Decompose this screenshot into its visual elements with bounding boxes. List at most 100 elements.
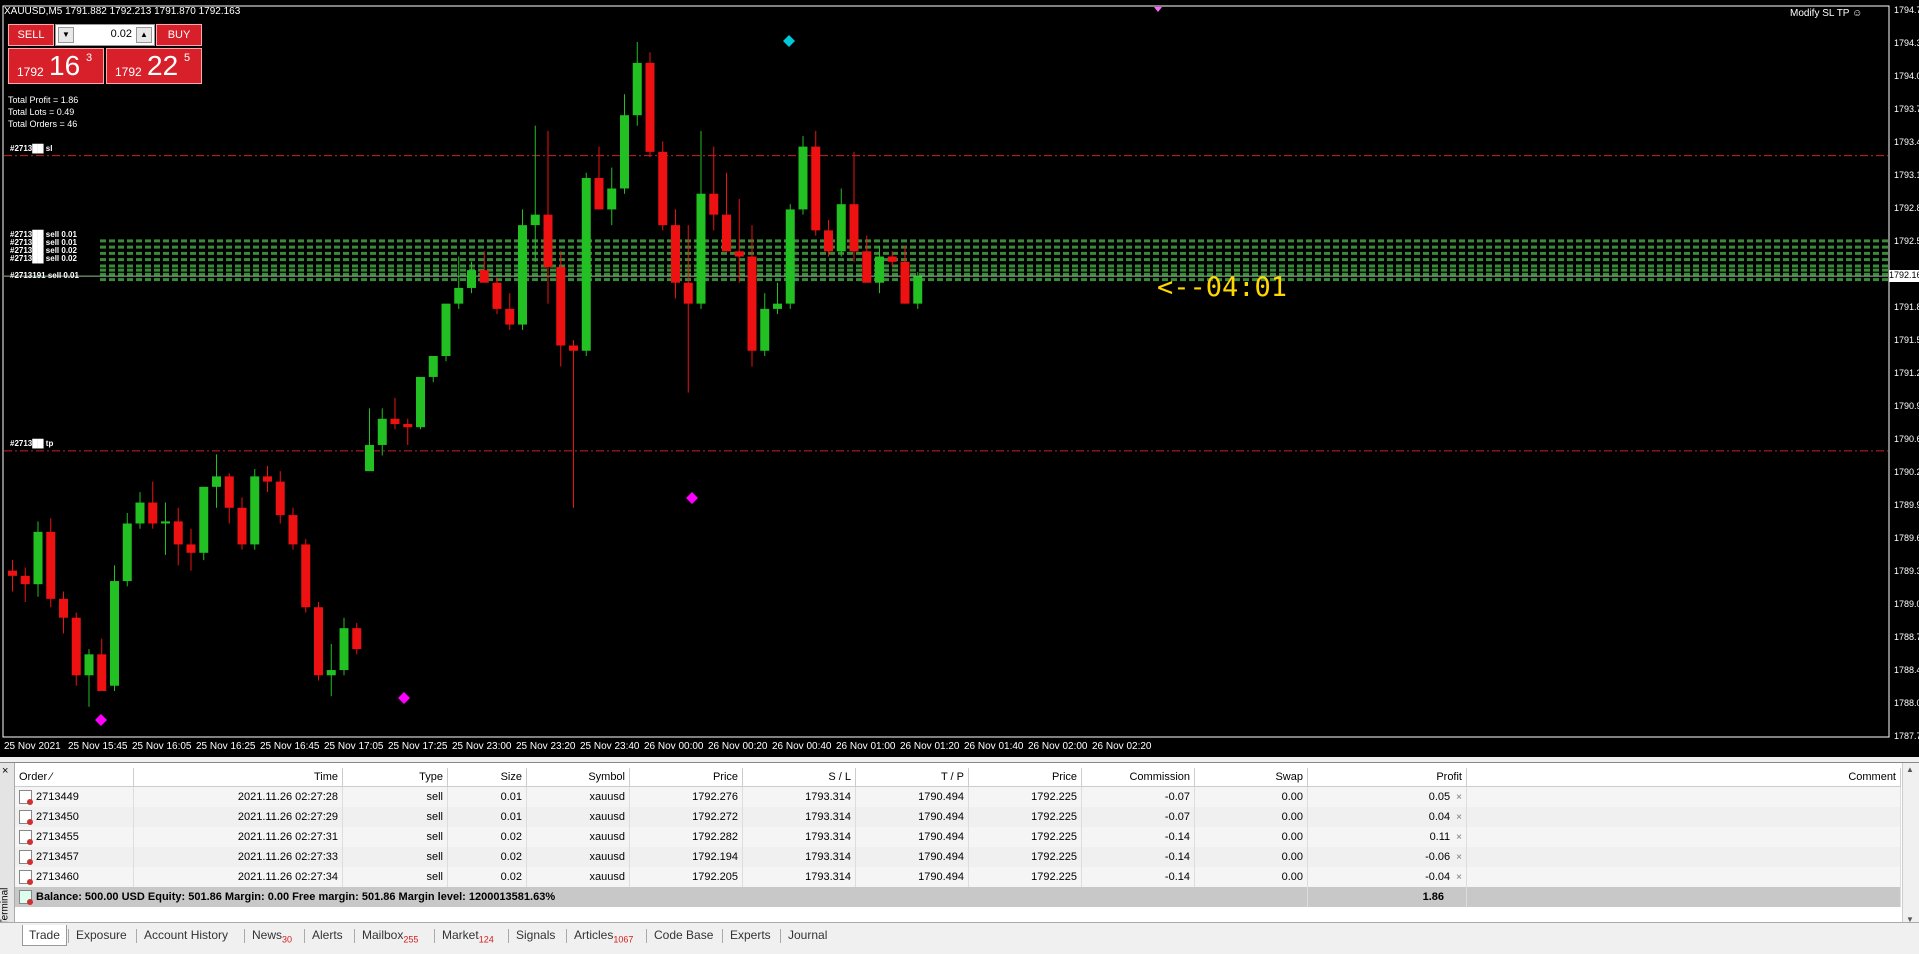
candle-body xyxy=(479,270,489,283)
cell-price: 1792.194 xyxy=(629,847,743,867)
col-tp[interactable]: T / P xyxy=(855,768,969,787)
smiley-icon: ☺ xyxy=(1852,8,1863,19)
cell-size: 0.02 xyxy=(447,847,527,867)
candle-body xyxy=(594,178,604,210)
stats-block: Total Profit = 1.86 Total Lots = 0.49 To… xyxy=(8,94,78,130)
buy-button[interactable]: BUY xyxy=(156,24,202,46)
tab-code-base[interactable]: Code Base xyxy=(652,925,715,945)
candle-body xyxy=(377,418,387,445)
buy-price-box[interactable]: 1792 22 5 xyxy=(106,48,202,84)
price-axis-label: 1790.605 xyxy=(1894,434,1919,445)
time-axis-label: 25 Nov 23:00 xyxy=(452,741,512,752)
sell-price-big: 16 xyxy=(49,50,81,81)
tab-badge: 30 xyxy=(282,934,293,945)
table-row[interactable]: 2713457 2021.11.26 02:27:33 sell 0.02 xauusd… xyxy=(15,847,1901,867)
price-axis-label: 1793.130 xyxy=(1894,169,1919,180)
scroll-up-icon[interactable]: ▲ xyxy=(1906,765,1914,774)
price-axis-label: 1790.290 xyxy=(1894,467,1919,478)
price-axis-label: 1791.235 xyxy=(1894,368,1919,379)
col-profit[interactable]: Profit xyxy=(1307,768,1467,787)
candle-body xyxy=(505,308,515,325)
sell-button[interactable]: SELL xyxy=(8,24,54,46)
time-axis-label: 26 Nov 00:40 xyxy=(772,741,832,752)
candle-body xyxy=(798,146,808,210)
col-commission[interactable]: Commission xyxy=(1081,768,1195,787)
tab-trade[interactable]: Trade xyxy=(22,925,67,946)
cell-profit: 0.04 × xyxy=(1307,807,1467,827)
tab-separator xyxy=(646,929,647,943)
modify-sl-tp-button[interactable]: Modify SL TP ☺ xyxy=(1790,8,1862,19)
stat-total-orders: Total Orders = 46 xyxy=(8,119,78,129)
tab-exposure[interactable]: Exposure xyxy=(74,925,129,945)
candle-body xyxy=(161,521,170,524)
price-axis-label: 1790.920 xyxy=(1894,401,1919,412)
chevron-down-icon[interactable]: ▼ xyxy=(58,27,74,43)
price-axis-label: 1791.870 xyxy=(1894,301,1919,312)
close-order-icon[interactable]: × xyxy=(1456,792,1462,803)
chevron-up-icon[interactable]: ▲ xyxy=(136,27,152,43)
candle-body xyxy=(301,544,311,608)
price-axis-label: 1788.715 xyxy=(1894,632,1919,643)
lot-size-stepper[interactable]: ▼ 0.02 ▲ xyxy=(55,24,155,46)
tab-experts[interactable]: Experts xyxy=(728,925,773,945)
close-order-icon[interactable]: × xyxy=(1456,832,1462,843)
tab-articles[interactable]: Articles1067 xyxy=(572,925,635,945)
vertical-scrollbar[interactable]: ▲ ▼ xyxy=(1902,763,1919,931)
candle-body xyxy=(224,476,234,508)
price-chart[interactable]: XAUUSD,M5 1791.882 1792.213 1791.870 179… xyxy=(0,0,1919,757)
tab-journal[interactable]: Journal xyxy=(786,925,829,945)
cell-symbol: xauusd xyxy=(526,807,630,827)
cell-commission: -0.14 xyxy=(1081,827,1195,847)
col-sl[interactable]: S / L xyxy=(742,768,856,787)
col-type[interactable]: Type xyxy=(342,768,448,787)
time-axis-label: 25 Nov 17:05 xyxy=(324,741,384,752)
lot-size-value[interactable]: 0.02 xyxy=(111,28,132,40)
col-symbol[interactable]: Symbol xyxy=(526,768,630,787)
tab-account-history[interactable]: Account History xyxy=(142,925,230,945)
close-order-icon[interactable]: × xyxy=(1456,812,1462,823)
candle-body xyxy=(263,476,272,482)
price-axis-label: 1787.770 xyxy=(1894,731,1919,741)
balance-profit: 1.86 xyxy=(1307,887,1467,907)
sell-price-box[interactable]: 1792 16 3 xyxy=(8,48,104,84)
tab-badge: 124 xyxy=(478,934,494,945)
cell-sl: 1793.314 xyxy=(742,786,856,807)
price-axis-label: 1788.400 xyxy=(1894,665,1919,676)
price-axis-label: 1791.555 xyxy=(1894,334,1919,345)
cell-time: 2021.11.26 02:27:29 xyxy=(133,807,343,827)
close-icon[interactable]: × xyxy=(2,765,8,777)
candle-body xyxy=(747,256,757,351)
swing-marker-diamond xyxy=(398,692,410,704)
table-row[interactable]: 2713450 2021.11.26 02:27:29 sell 0.01 xauusd… xyxy=(15,807,1901,827)
tab-news[interactable]: News30 xyxy=(250,925,294,945)
col-order[interactable]: Order ⁄ xyxy=(15,768,134,787)
close-order-icon[interactable]: × xyxy=(1456,872,1462,883)
cell-type: sell xyxy=(342,847,448,867)
close-order-icon[interactable]: × xyxy=(1456,852,1462,863)
table-row[interactable]: 2713455 2021.11.26 02:27:31 sell 0.02 xauusd… xyxy=(15,827,1901,847)
stat-total-lots: Total Lots = 0.49 xyxy=(8,107,75,117)
candle-body xyxy=(352,628,362,650)
col-time[interactable]: Time xyxy=(133,768,343,787)
table-row[interactable]: 2713449 2021.11.26 02:27:28 sell 0.01 xauusd… xyxy=(15,786,1901,807)
cell-tp: 1790.494 xyxy=(855,827,969,847)
tab-signals[interactable]: Signals xyxy=(514,925,557,945)
price-axis-label: 1793.445 xyxy=(1894,136,1919,147)
candlestick-chart-svg[interactable] xyxy=(0,0,1919,757)
swing-marker-diamond xyxy=(783,35,795,47)
terminal-panel: × Terminal Order ⁄ Time Type Size Symbol… xyxy=(0,762,1919,931)
candle-body xyxy=(492,282,502,309)
col-swap[interactable]: Swap xyxy=(1194,768,1308,787)
sell-order-icon xyxy=(19,790,33,805)
table-row[interactable]: 2713460 2021.11.26 02:27:34 sell 0.02 xauusd… xyxy=(15,867,1901,887)
tab-alerts[interactable]: Alerts xyxy=(310,925,345,945)
cell-sl: 1793.314 xyxy=(742,867,856,887)
col-comment[interactable]: Comment xyxy=(1466,768,1901,787)
tab-market[interactable]: Market124 xyxy=(440,925,496,945)
cell-comment xyxy=(1466,807,1901,827)
col-size[interactable]: Size xyxy=(447,768,527,787)
tab-mailbox[interactable]: Mailbox255 xyxy=(360,925,420,945)
col-price[interactable]: Price xyxy=(629,768,743,787)
col-cur-price[interactable]: Price xyxy=(968,768,1082,787)
cell-profit: -0.06 × xyxy=(1307,847,1467,867)
